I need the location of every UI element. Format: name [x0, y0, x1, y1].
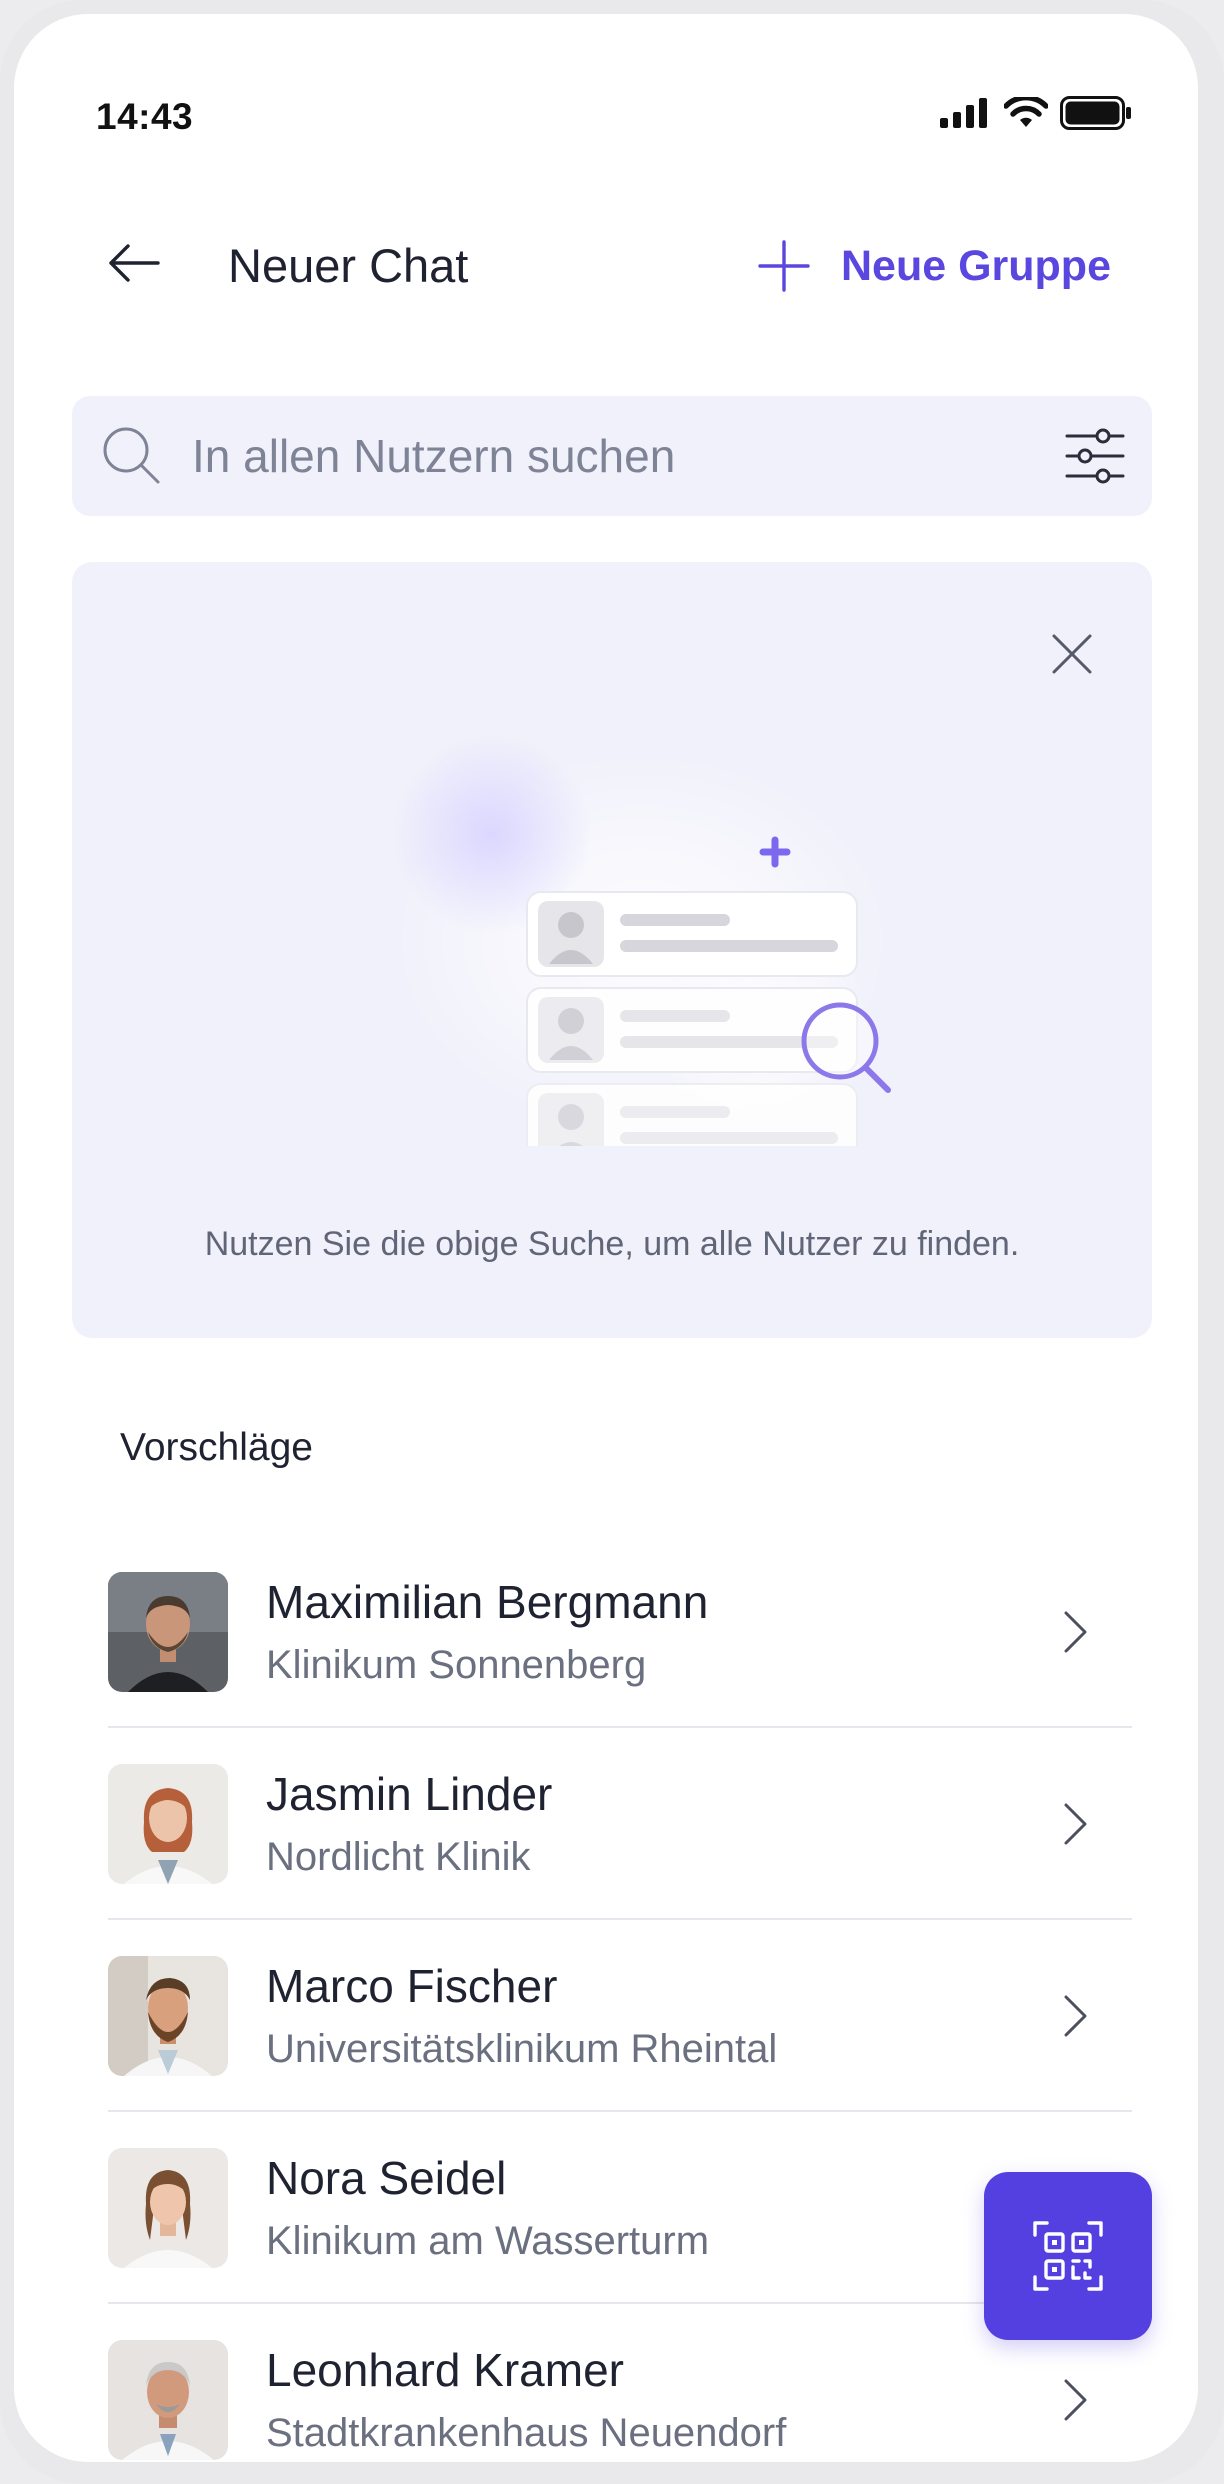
qr-scan-button[interactable] [984, 2172, 1152, 2340]
close-icon [1052, 634, 1092, 674]
status-icons [940, 96, 1132, 130]
contact-row[interactable]: Leonhard Kramer Stadtkrankenhaus Neuendo… [108, 2304, 1132, 2462]
contact-row[interactable]: Marco Fischer Universitätsklinikum Rhein… [108, 1920, 1132, 2112]
chevron-right-icon [1056, 1992, 1096, 2040]
close-button[interactable] [1048, 630, 1096, 678]
contact-row[interactable]: Jasmin Linder Nordlicht Klinik [108, 1728, 1132, 1920]
sliders-icon [1065, 428, 1125, 484]
contact-org: Universitätsklinikum Rheintal [266, 2027, 778, 2071]
contact-org: Stadtkrankenhaus Neuendorf [266, 2411, 787, 2455]
status-time: 14:43 [96, 96, 194, 137]
search-bar[interactable]: In allen Nutzern suchen [72, 396, 1152, 516]
chevron-right-icon [1056, 1608, 1096, 1656]
signal-icon [940, 98, 987, 128]
new-group-label: Neue Gruppe [841, 242, 1111, 290]
phone-frame: 14:43 Neuer Chat Neue Gruppe In allen Nu… [0, 0, 1224, 2484]
plus-icon [758, 240, 810, 292]
phone-screen: 14:43 Neuer Chat Neue Gruppe In allen Nu… [14, 14, 1198, 2462]
contact-org: Klinikum Sonnenberg [266, 1643, 647, 1687]
avatar [108, 1956, 228, 2076]
contact-name: Nora Seidel [266, 2152, 507, 2204]
wifi-icon [1004, 97, 1048, 127]
contact-name: Leonhard Kramer [266, 2344, 624, 2396]
contact-name: Marco Fischer [266, 1960, 558, 2012]
search-icon [103, 427, 160, 484]
qr-code-icon [1033, 2221, 1103, 2291]
search-hint-text: Nutzen Sie die obige Suche, um alle Nutz… [204, 1225, 1020, 1263]
avatar [108, 1764, 228, 1884]
contact-name: Maximilian Bergmann [266, 1576, 709, 1628]
avatar [108, 2148, 228, 2268]
avatar [108, 2340, 228, 2460]
contact-list: Maximilian Bergmann Klinikum Sonnenberg [108, 1536, 1132, 2462]
filter-button[interactable] [1064, 425, 1126, 487]
new-group-button[interactable]: Neue Gruppe [757, 236, 1111, 296]
contact-row[interactable]: Maximilian Bergmann Klinikum Sonnenberg [108, 1536, 1132, 1728]
contact-org: Klinikum am Wasserturm [266, 2219, 710, 2263]
back-button[interactable] [104, 238, 164, 288]
search-hint-card: Nutzen Sie die obige Suche, um alle Nutz… [72, 562, 1152, 1338]
battery-icon [1060, 96, 1131, 130]
contact-name: Jasmin Linder [266, 1768, 553, 1820]
chevron-right-icon [1056, 2376, 1096, 2424]
search-input[interactable]: In allen Nutzern suchen [192, 426, 1064, 486]
chevron-right-icon [1056, 1800, 1096, 1848]
contact-org: Nordlicht Klinik [266, 1835, 531, 1879]
suggestions-title: Vorschläge [120, 1426, 313, 1469]
avatar [108, 1572, 228, 1692]
arrow-left-icon [109, 244, 160, 282]
user-search-illustration [392, 734, 892, 1146]
contact-row[interactable]: Nora Seidel Klinikum am Wasserturm [108, 2112, 1132, 2304]
page-title: Neuer Chat [228, 239, 469, 292]
